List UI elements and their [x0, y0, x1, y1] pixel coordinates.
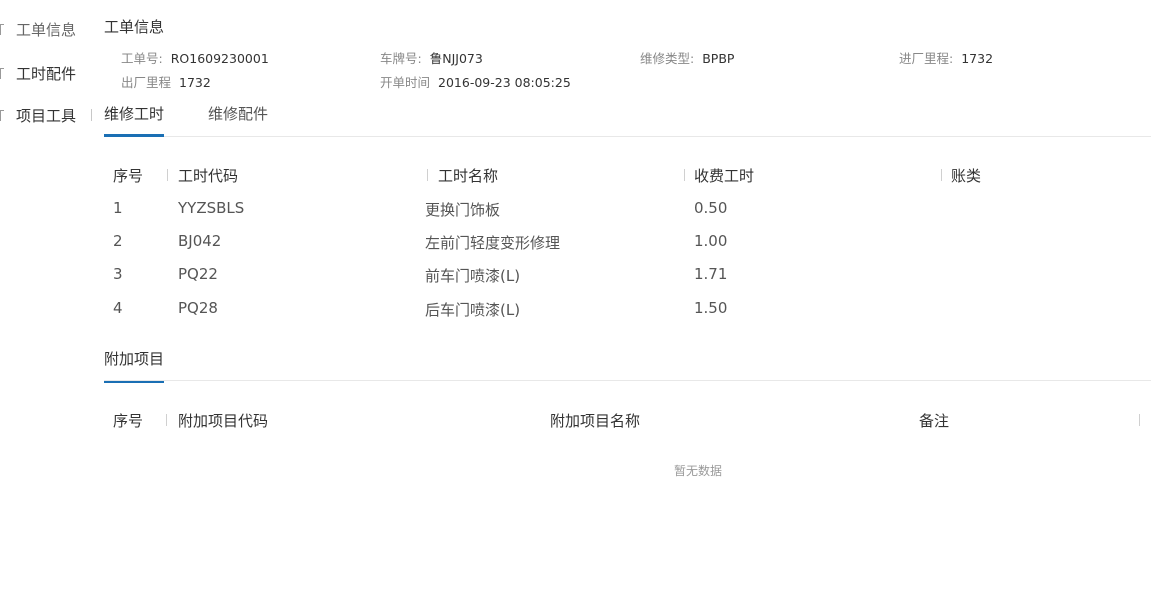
tab-labor[interactable]: 维修工时	[104, 102, 165, 137]
col-divider	[167, 169, 168, 181]
field-label: 车牌号:	[380, 51, 422, 66]
field-value: 鲁NJJ073	[429, 51, 483, 66]
section-divider	[104, 380, 1151, 381]
cell-no: 4	[113, 299, 123, 317]
field-value: 1732	[961, 51, 994, 66]
anchor-label: 项目工具	[16, 106, 77, 125]
cell-code: BJ042	[178, 232, 222, 250]
col-header-extra-code: 附加项目代码	[178, 412, 269, 430]
cell-hours: 1.71	[694, 265, 728, 283]
tab-parts[interactable]: 维修配件	[208, 102, 268, 134]
anchor-marker-icon	[0, 110, 4, 121]
field-repair-type: 维修类型: BPBP	[640, 48, 734, 67]
cell-hours: 0.50	[694, 199, 728, 217]
col-divider	[1139, 414, 1140, 426]
col-header-account: 账类	[951, 167, 982, 185]
col-divider	[684, 169, 685, 181]
field-value: 2016-09-23 08:05:25	[438, 75, 571, 90]
tab-bar: 维修工时 维修配件	[104, 102, 1151, 137]
field-order-number: 工单号: RO1609230001	[121, 48, 269, 67]
field-mileage-in: 进厂里程: 1732	[899, 48, 993, 67]
cell-code: PQ22	[178, 265, 218, 283]
col-header-no: 序号	[113, 412, 144, 430]
anchor-marker-icon	[0, 24, 4, 35]
col-header-hours: 收费工时	[694, 167, 755, 185]
col-header-no: 序号	[113, 167, 144, 185]
col-divider	[941, 169, 942, 181]
col-header-remarks: 备注	[919, 412, 950, 430]
field-label: 维修类型:	[640, 51, 695, 66]
field-label: 工单号:	[121, 51, 163, 66]
anchor-label: 工时配件	[16, 64, 77, 83]
field-value: 1732	[179, 75, 211, 90]
cell-no: 3	[113, 265, 123, 283]
col-header-name: 工时名称	[438, 167, 499, 185]
empty-state-text: 暂无数据	[674, 464, 723, 478]
col-divider	[166, 414, 167, 426]
anchor-label: 工单信息	[16, 20, 77, 39]
cell-hours: 1.00	[694, 232, 728, 250]
anchor-marker-icon	[0, 68, 4, 79]
tab-extra-items[interactable]: 附加项目	[104, 347, 165, 383]
field-value: RO1609230001	[170, 51, 269, 66]
field-mileage-out: 出厂里程 1732	[121, 72, 211, 91]
cell-no: 2	[113, 232, 123, 250]
section-title-order-info: 工单信息	[104, 18, 165, 36]
cell-code: YYZSBLS	[178, 199, 245, 217]
cell-hours: 1.50	[694, 299, 728, 317]
field-open-time: 开单时间 2016-09-23 08:05:25	[380, 72, 571, 91]
field-value: BPBP	[702, 51, 735, 66]
anchor-divider	[91, 109, 92, 121]
work-order-detail: 工单信息 工时配件 项目工具 工单信息 工单号: RO1609230001 车牌号…	[0, 0, 1151, 605]
anchor-item-project-tools[interactable]: 项目工具	[0, 103, 92, 127]
anchor-item-labor-parts[interactable]: 工时配件	[0, 61, 92, 85]
field-label: 出厂里程	[121, 75, 172, 90]
col-header-extra-name: 附加项目名称	[550, 412, 641, 430]
col-header-code: 工时代码	[178, 167, 239, 185]
field-label: 进厂里程:	[899, 51, 954, 66]
cell-name: 左前门轻度变形修理	[425, 234, 561, 252]
cell-code: PQ28	[178, 299, 218, 317]
anchor-item-order-info[interactable]: 工单信息	[0, 17, 92, 41]
field-label: 开单时间	[380, 75, 431, 90]
cell-name: 后车门喷漆(L)	[425, 301, 521, 319]
cell-name: 更换门饰板	[425, 201, 501, 219]
cell-no: 1	[113, 199, 123, 217]
cell-name: 前车门喷漆(L)	[425, 267, 521, 285]
field-plate-number: 车牌号: 鲁NJJ073	[380, 48, 483, 67]
col-divider	[427, 169, 428, 181]
